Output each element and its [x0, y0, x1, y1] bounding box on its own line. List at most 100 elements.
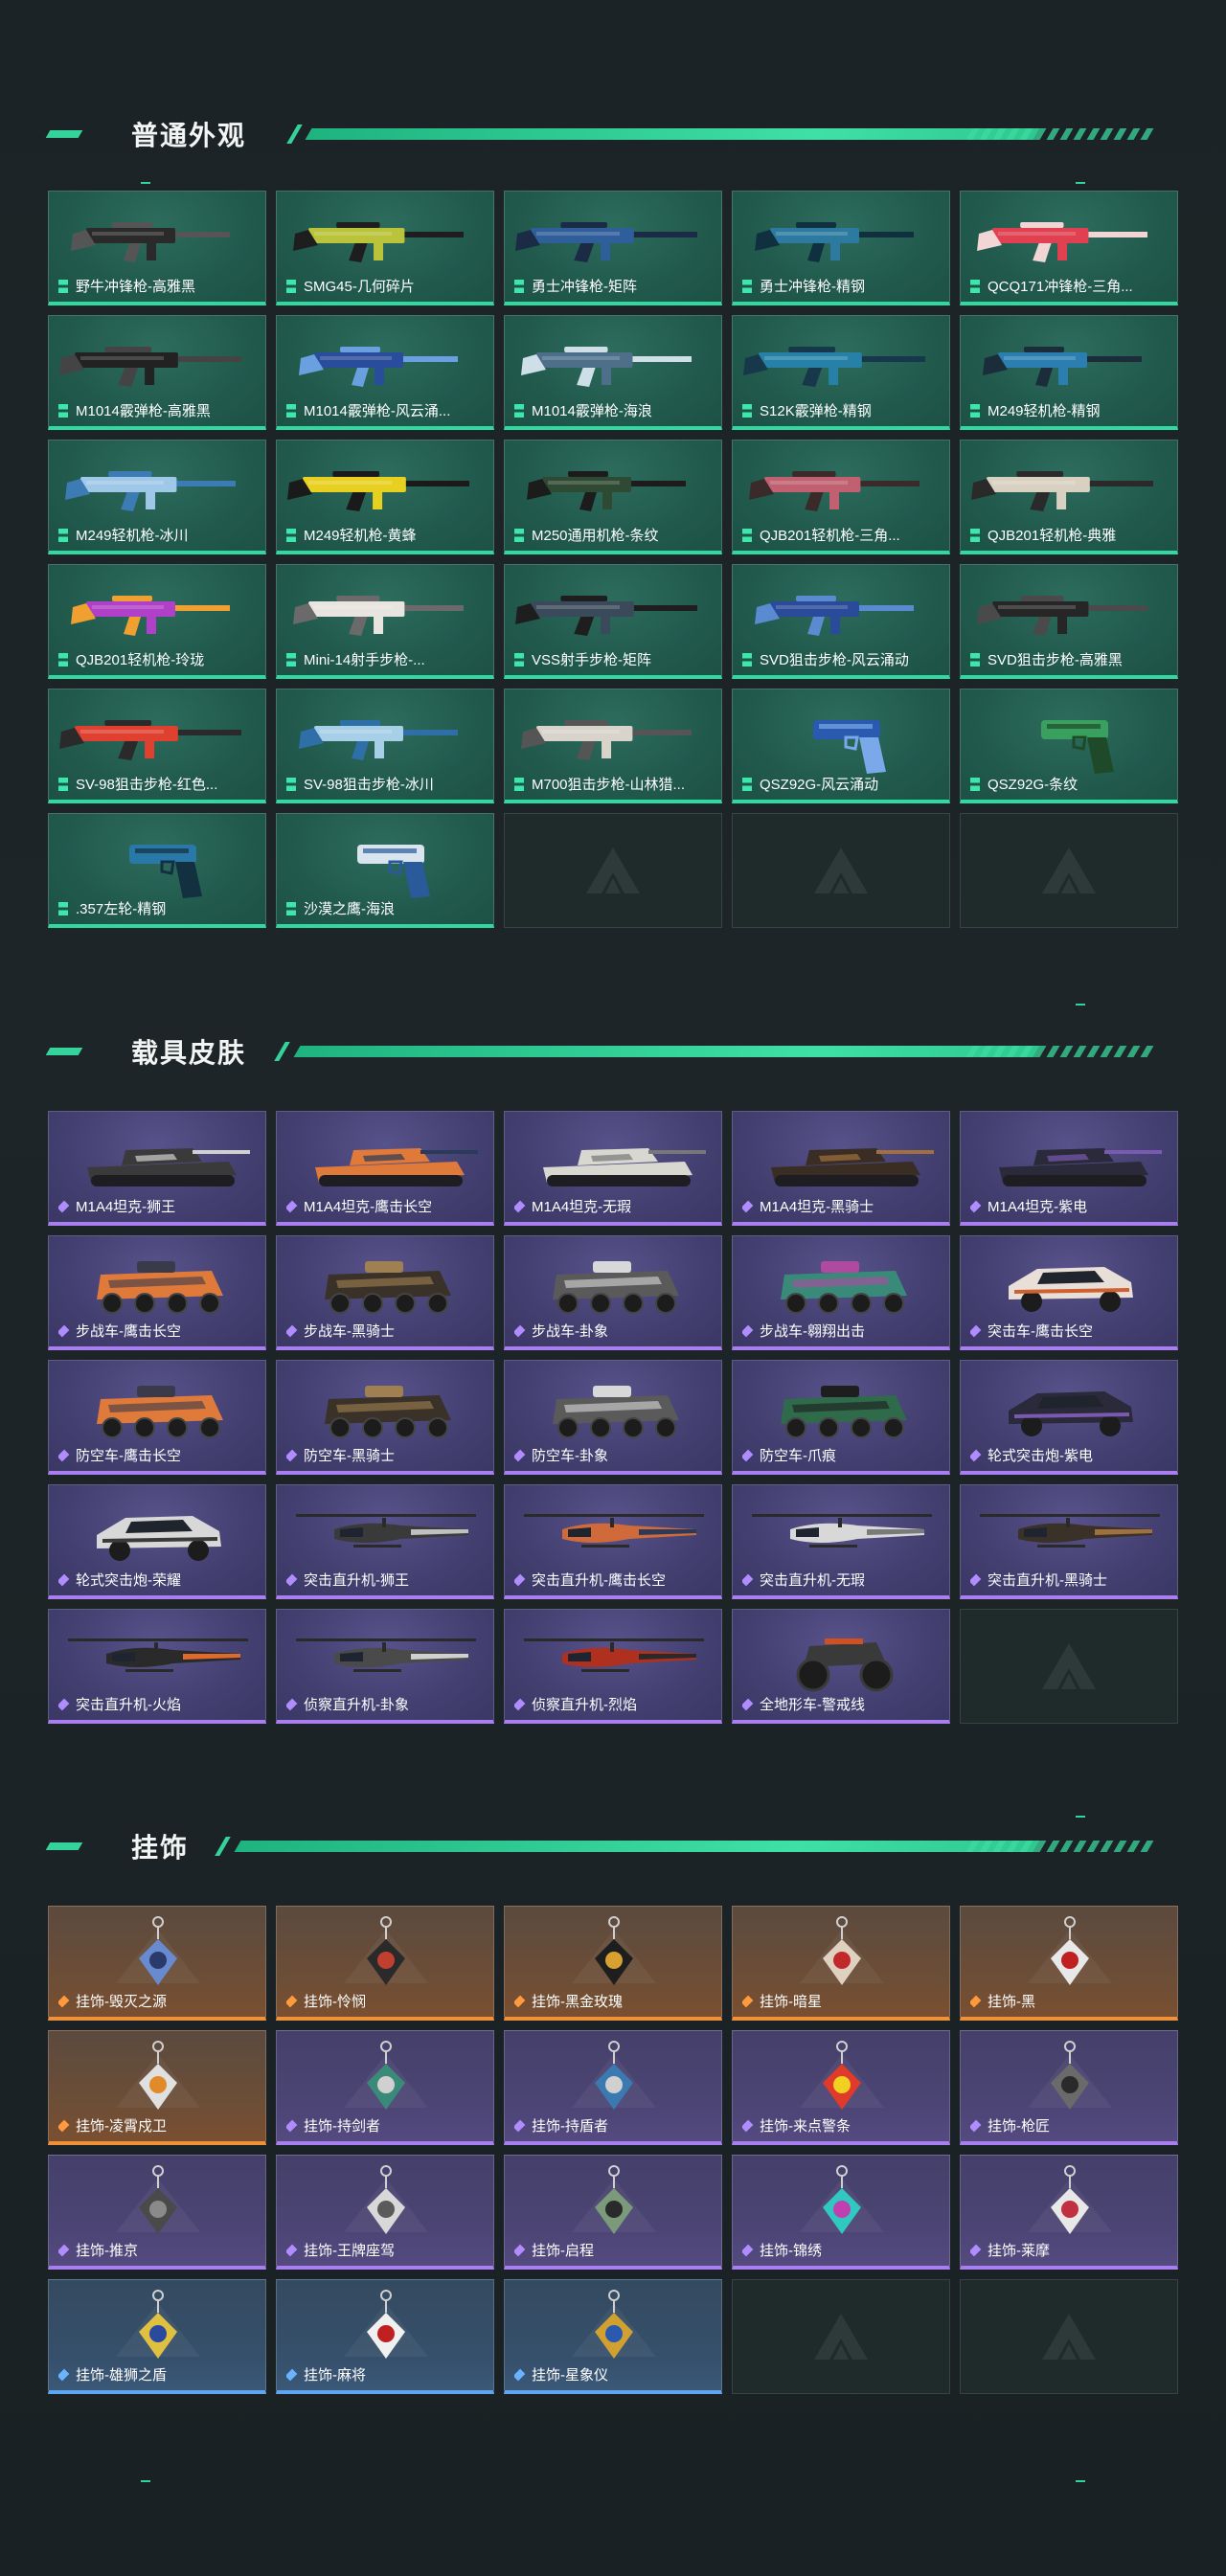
item-card[interactable]: 防空车-卦象 [504, 1360, 722, 1475]
item-card[interactable]: M1A4坦克-鹰击长空 [276, 1111, 494, 1226]
item-label: 挂饰-黑 [970, 1991, 1171, 2011]
item-card[interactable]: 突击车-鹰击长空 [960, 1235, 1178, 1350]
item-card[interactable]: M1014霰弹枪-高雅黑 [48, 315, 266, 430]
item-card[interactable]: S12K霰弹枪-精钢 [732, 315, 950, 430]
rarity-icon [514, 529, 524, 542]
item-card[interactable]: SV-98狙击步枪-红色... [48, 689, 266, 803]
rarity-icon [58, 2119, 70, 2133]
item-card[interactable]: Mini-14射手步枪-... [276, 564, 494, 679]
item-card[interactable]: 挂饰-暗星 [732, 1906, 950, 2021]
item-card[interactable]: 挂饰-毁灭之源 [48, 1906, 266, 2021]
item-card[interactable]: QSZ92G-条纹 [960, 689, 1178, 803]
item-label: 挂饰-麻将 [286, 2364, 488, 2384]
item-label: M1014霰弹枪-高雅黑 [58, 400, 260, 420]
item-card[interactable]: M1A4坦克-黑骑士 [732, 1111, 950, 1226]
item-card[interactable]: 挂饰-黑金玫瑰 [504, 1906, 722, 2021]
item-card[interactable]: 侦察直升机-卦象 [276, 1609, 494, 1724]
item-card[interactable]: 挂饰-雄狮之盾 [48, 2279, 266, 2394]
item-card[interactable]: 挂饰-持剑者 [276, 2030, 494, 2145]
item-card[interactable]: 突击直升机-鹰击长空 [504, 1484, 722, 1599]
item-card[interactable]: .357左轮-精钢 [48, 813, 266, 928]
item-card[interactable]: 勇士冲锋枪-精钢 [732, 191, 950, 305]
vehicle-skin-grid: M1A4坦克-狮王 M1A4坦克-鹰击长空 M1A4坦克-无瑕 M1A4坦克-黑骑士 M… [48, 1111, 1178, 1724]
item-label: M1014霰弹枪-风云涌... [286, 400, 488, 420]
item-label: 步战车-翱翔出击 [742, 1321, 943, 1341]
item-card[interactable]: 挂饰-星象仪 [504, 2279, 722, 2394]
vehicle-image [781, 1261, 907, 1314]
item-card[interactable]: 挂饰-枪匠 [960, 2030, 1178, 2145]
item-name: SVD狙击步枪-高雅黑 [988, 652, 1123, 668]
item-card[interactable]: M249轻机枪-精钢 [960, 315, 1178, 430]
item-card[interactable]: 挂饰-莱摩 [960, 2155, 1178, 2270]
weapon-image [977, 222, 1147, 262]
item-card[interactable]: 突击直升机-无瑕 [732, 1484, 950, 1599]
item-card[interactable]: 挂饰-启程 [504, 2155, 722, 2270]
weapon-image [977, 596, 1147, 636]
item-card[interactable]: SV-98狙击步枪-冰川 [276, 689, 494, 803]
item-card[interactable]: QSZ92G-风云涌动 [732, 689, 950, 803]
item-card[interactable]: 侦察直升机-烈焰 [504, 1609, 722, 1724]
item-card[interactable]: 全地形车-警戒线 [732, 1609, 950, 1724]
item-card[interactable]: SVD狙击步枪-风云涌动 [732, 564, 950, 679]
item-card[interactable]: QJB201轻机枪-三角... [732, 440, 950, 554]
weapon-image [357, 845, 430, 898]
item-card[interactable]: 挂饰-麻将 [276, 2279, 494, 2394]
item-name: 防空车-鹰击长空 [76, 1448, 181, 1464]
item-card[interactable]: SMG45-几何碎片 [276, 191, 494, 305]
item-card[interactable]: M1014霰弹枪-风云涌... [276, 315, 494, 430]
item-card[interactable]: 突击直升机-狮王 [276, 1484, 494, 1599]
item-card[interactable]: 轮式突击炮-荣耀 [48, 1484, 266, 1599]
item-card[interactable]: M249轻机枪-黄蜂 [276, 440, 494, 554]
item-card[interactable]: M1A4坦克-无瑕 [504, 1111, 722, 1226]
rarity-icon [286, 653, 296, 667]
rarity-icon [970, 2244, 982, 2257]
vehicle-image [325, 1386, 451, 1438]
rarity-icon [514, 1449, 526, 1462]
weapon-image [521, 347, 692, 387]
item-card[interactable]: 沙漠之鹰-海浪 [276, 813, 494, 928]
item-name: Mini-14射手步枪-... [304, 652, 425, 668]
item-name: M1A4坦克-狮王 [76, 1199, 176, 1215]
item-card[interactable]: 挂饰-来点警条 [732, 2030, 950, 2145]
item-card[interactable]: 挂饰-怜悯 [276, 1906, 494, 2021]
item-card[interactable]: 挂饰-黑 [960, 1906, 1178, 2021]
item-label: 挂饰-王牌座驾 [286, 2240, 488, 2260]
item-card[interactable]: 挂饰-持盾者 [504, 2030, 722, 2145]
item-card[interactable]: M1A4坦克-狮王 [48, 1111, 266, 1226]
charm-image [1028, 2165, 1112, 2234]
item-card[interactable]: M250通用机枪-条纹 [504, 440, 722, 554]
item-card[interactable]: QJB201轻机枪-典雅 [960, 440, 1178, 554]
item-card[interactable]: M249轻机枪-冰川 [48, 440, 266, 554]
item-card[interactable]: 挂饰-锦绣 [732, 2155, 950, 2270]
rarity-icon [286, 1995, 298, 2008]
item-card[interactable]: 步战车-鹰击长空 [48, 1235, 266, 1350]
item-card[interactable]: 防空车-黑骑士 [276, 1360, 494, 1475]
item-card[interactable]: 野牛冲锋枪-高雅黑 [48, 191, 266, 305]
item-label: 侦察直升机-烈焰 [514, 1694, 715, 1714]
item-card[interactable]: 突击直升机-火焰 [48, 1609, 266, 1724]
item-label: 挂饰-枪匠 [970, 2115, 1171, 2135]
item-card[interactable]: 勇士冲锋枪-矩阵 [504, 191, 722, 305]
item-card[interactable]: QJB201轻机枪-玲珑 [48, 564, 266, 679]
item-card[interactable]: VSS射手步枪-矩阵 [504, 564, 722, 679]
item-name: 防空车-爪痕 [760, 1448, 836, 1464]
item-card[interactable]: 挂饰-推京 [48, 2155, 266, 2270]
rarity-icon [742, 778, 752, 791]
item-card[interactable]: 挂饰-王牌座驾 [276, 2155, 494, 2270]
item-card[interactable]: QCQ171冲锋枪-三角... [960, 191, 1178, 305]
rarity-icon [742, 1698, 754, 1711]
item-card[interactable]: 步战车-翱翔出击 [732, 1235, 950, 1350]
item-card[interactable]: 挂饰-凌霄戍卫 [48, 2030, 266, 2145]
item-card[interactable]: 步战车-卦象 [504, 1235, 722, 1350]
placeholder-logo-icon [1042, 847, 1096, 893]
item-card[interactable]: M700狙击步枪-山林猎... [504, 689, 722, 803]
item-card[interactable]: SVD狙击步枪-高雅黑 [960, 564, 1178, 679]
item-card[interactable]: M1014霰弹枪-海浪 [504, 315, 722, 430]
item-card[interactable]: M1A4坦克-紫电 [960, 1111, 1178, 1226]
item-card[interactable]: 防空车-爪痕 [732, 1360, 950, 1475]
item-card[interactable]: 轮式突击炮-紫电 [960, 1360, 1178, 1475]
item-card[interactable]: 步战车-黑骑士 [276, 1235, 494, 1350]
item-name: 步战车-卦象 [532, 1323, 608, 1340]
item-card[interactable]: 突击直升机-黑骑士 [960, 1484, 1178, 1599]
item-card[interactable]: 防空车-鹰击长空 [48, 1360, 266, 1475]
